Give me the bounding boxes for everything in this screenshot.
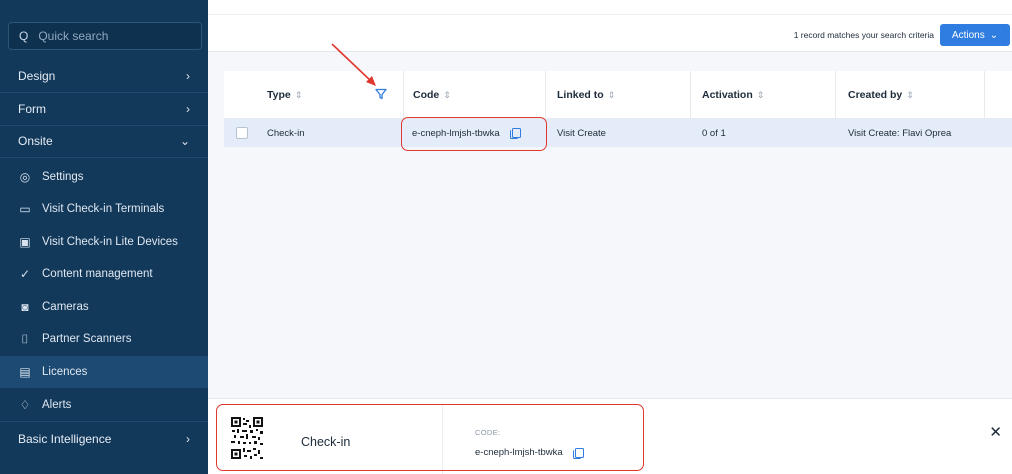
sidebar-item-visit-check-in-terminals[interactable]: ▭ Visit Check-in Terminals: [0, 193, 208, 225]
column-label: Activation: [702, 89, 753, 101]
column-divider: [835, 71, 836, 119]
sidebar-section-basic-intelligence[interactable]: Basic Intelligence ›: [0, 424, 208, 454]
chevron-down-icon: ⌄: [179, 134, 190, 148]
sidebar-item-label: Cameras: [42, 301, 89, 313]
sidebar-item-label: Content management: [42, 268, 153, 280]
chevron-right-icon: ›: [186, 102, 190, 116]
sidebar-section-label: Onsite: [18, 134, 53, 148]
cell-type: Check-in: [267, 127, 305, 139]
sidebar-section-design[interactable]: Design ›: [0, 61, 208, 91]
camera-icon: ◙: [21, 300, 29, 314]
column-header-type[interactable]: Type ⇕: [267, 71, 302, 119]
clipboard-icon: ▤: [19, 365, 31, 379]
quick-search[interactable]: Q: [8, 22, 202, 50]
column-label: Type: [267, 89, 291, 101]
sidebar-item-cameras[interactable]: ◙ Cameras: [0, 291, 208, 323]
table-row[interactable]: Check-in e-cneph-lmjsh-tbwka Visit Creat…: [224, 119, 1012, 147]
chevron-right-icon: ›: [186, 432, 190, 446]
chevron-down-icon: ⌄: [989, 29, 999, 41]
sort-icon: ⇕: [607, 89, 616, 100]
sort-icon: ⇕: [443, 89, 451, 100]
divider: [208, 14, 1012, 15]
sidebar-item-label: Licences: [42, 366, 88, 378]
column-divider: [545, 71, 546, 119]
annotation-highlight-drawer: [216, 404, 644, 471]
actions-label: Actions: [951, 29, 985, 41]
check-icon: ✓: [19, 267, 31, 281]
scanner-icon: ⌷: [21, 331, 29, 346]
annotation-highlight-code: [401, 117, 547, 151]
chevron-right-icon: ›: [186, 69, 190, 83]
column-header-code[interactable]: Code ⇕: [413, 71, 451, 119]
search-icon: Q: [19, 29, 29, 43]
sidebar-item-label: Settings: [42, 171, 84, 183]
divider: [0, 92, 208, 93]
actions-button[interactable]: Actions ⌄: [940, 24, 1010, 46]
sort-icon: ⇕: [906, 89, 914, 100]
search-input[interactable]: [38, 29, 189, 43]
column-header-created-by[interactable]: Created by ⇕: [848, 71, 914, 119]
location-pin-icon: ◎: [19, 170, 31, 184]
sidebar-item-partner-scanners[interactable]: ⌷ Partner Scanners: [0, 323, 208, 355]
laptop-icon: ▭: [19, 202, 31, 216]
column-header-linked-to[interactable]: Linked to ⇕: [557, 71, 615, 119]
column-label: Code: [413, 89, 440, 101]
column-label: Created by: [848, 89, 903, 101]
sidebar-item-label: Visit Check-in Terminals: [42, 203, 165, 215]
divider: [0, 421, 208, 422]
sidebar-section-label: Form: [18, 102, 46, 116]
divider: [0, 157, 208, 158]
cell-created-by: Visit Create: Flavi Oprea: [848, 127, 952, 139]
close-icon[interactable]: ✕: [989, 423, 1002, 441]
sidebar-item-settings[interactable]: ◎ Settings: [0, 161, 208, 193]
column-label: Linked to: [557, 89, 604, 101]
sidebar-item-label: Visit Check-in Lite Devices: [42, 236, 178, 248]
sidebar-section-onsite[interactable]: Onsite ⌄: [0, 126, 208, 156]
row-checkbox[interactable]: [236, 127, 248, 139]
sidebar-section-label: Design: [18, 69, 56, 83]
sort-icon: ⇕: [294, 89, 303, 100]
cell-linked-to[interactable]: Visit Create: [557, 119, 606, 147]
annotation-arrow: [331, 43, 376, 86]
sidebar-item-licences[interactable]: ▤ Licences: [0, 356, 208, 388]
record-count-text: 1 record matches your search criteria: [793, 30, 934, 40]
sort-icon: ⇕: [756, 89, 765, 100]
sidebar-item-content-management[interactable]: ✓ Content management: [0, 258, 208, 290]
column-divider: [690, 71, 691, 119]
cell-activation: 0 of 1: [702, 127, 726, 139]
tablet-icon: ▣: [19, 235, 31, 249]
toolbar: 1 record matches your search criteria Ac…: [208, 0, 1012, 52]
column-divider: [984, 71, 985, 119]
column-header-activation[interactable]: Activation ⇕: [702, 71, 764, 119]
sidebar-item-label: Partner Scanners: [42, 333, 132, 345]
sidebar-item-visit-check-in-lite-devices[interactable]: ▣ Visit Check-in Lite Devices: [0, 226, 208, 258]
sidebar-section-label: Basic Intelligence: [18, 432, 112, 446]
sidebar: Q Design › Form › Onsite ⌄ ◎ Settings ▭ …: [0, 0, 208, 474]
column-divider: [403, 71, 404, 119]
sidebar-section-form[interactable]: Form ›: [0, 94, 208, 124]
sidebar-item-alerts[interactable]: ♢ Alerts: [0, 389, 208, 421]
bell-icon: ♢: [19, 398, 31, 412]
sidebar-item-label: Alerts: [42, 399, 72, 411]
